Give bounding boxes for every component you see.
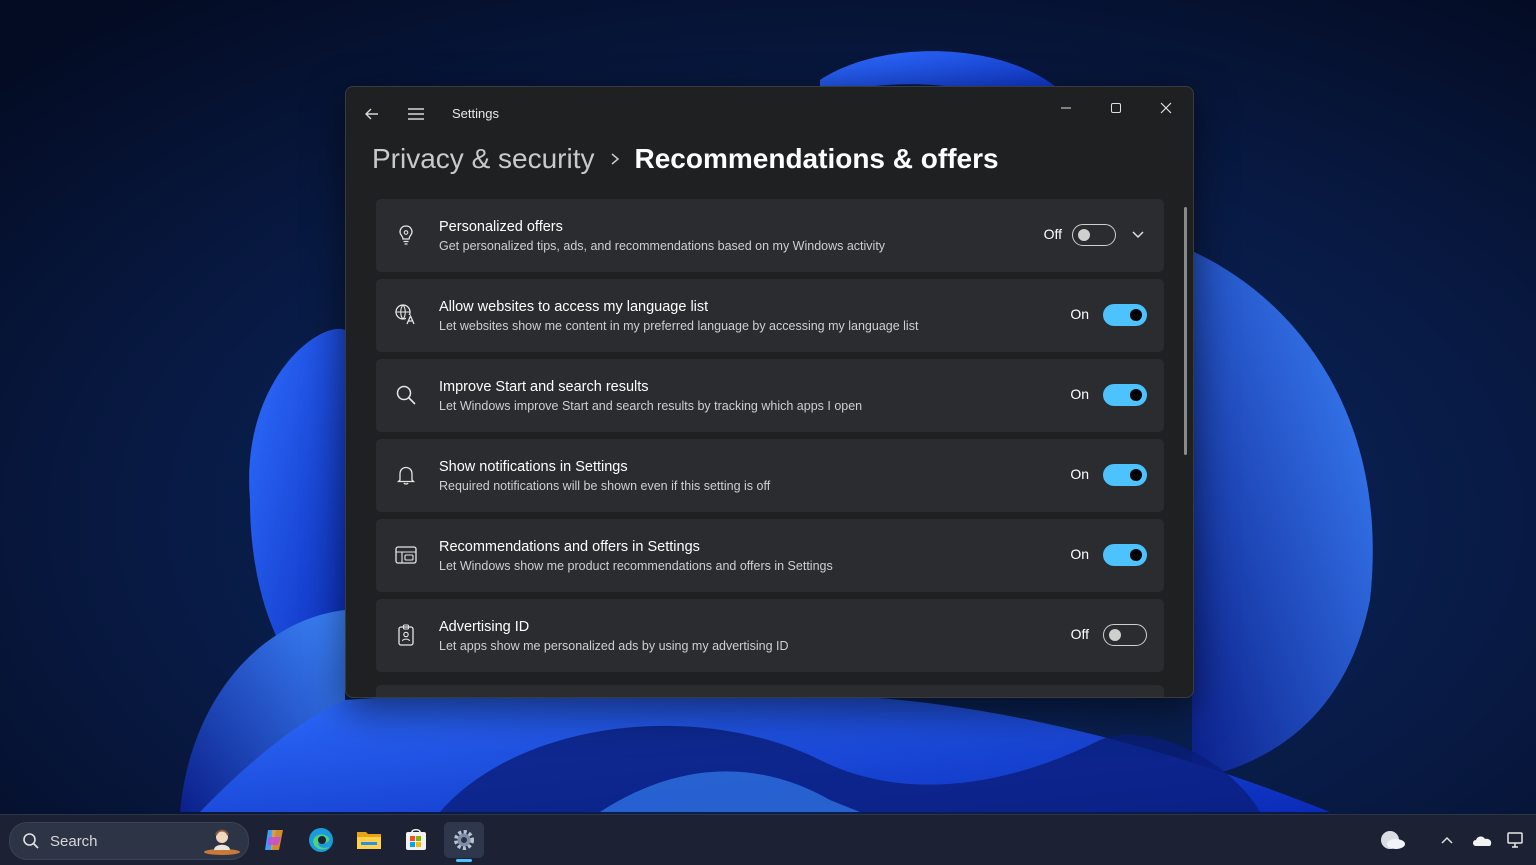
breadcrumb: Privacy & security Recommendations & off… — [372, 139, 999, 179]
onedrive-icon[interactable] — [1467, 825, 1497, 855]
menu-icon[interactable] — [405, 103, 427, 125]
language-list-toggle[interactable] — [1103, 304, 1147, 326]
edge-icon[interactable] — [301, 822, 341, 858]
search-label: Search — [50, 833, 98, 850]
chevron-right-icon — [595, 152, 635, 166]
settings-list: Personalized offers Get personalized tip… — [376, 199, 1164, 679]
setting-title: Show notifications in Settings — [439, 459, 628, 475]
network-icon[interactable] — [1502, 825, 1532, 855]
toggle-knob — [1109, 629, 1121, 641]
window-title: Settings — [452, 106, 499, 121]
setting-title: Recommendations and offers in Settings — [439, 539, 700, 555]
setting-title: Advertising ID — [439, 619, 530, 635]
language-icon — [394, 303, 418, 327]
setting-recommendations-offers[interactable]: Recommendations and offers in Settings L… — [376, 519, 1164, 592]
store-icon[interactable] — [396, 822, 436, 858]
show-hidden-icons-icon[interactable] — [1432, 825, 1462, 855]
breadcrumb-parent[interactable]: Privacy & security — [372, 143, 595, 175]
setting-description: Let websites show me content in my prefe… — [439, 319, 919, 333]
lightbulb-icon — [394, 223, 418, 247]
setting-personalized-offers[interactable]: Personalized offers Get personalized tip… — [376, 199, 1164, 272]
copilot-icon[interactable] — [254, 822, 294, 858]
toggle-state-label: On — [1070, 306, 1089, 322]
toggle-state-label: On — [1070, 546, 1089, 562]
setting-title: Improve Start and search results — [439, 379, 649, 395]
recommendations-offers-toggle[interactable] — [1103, 544, 1147, 566]
setting-description: Required notifications will be shown eve… — [439, 479, 771, 493]
offers-icon — [394, 543, 418, 567]
setting-title: Personalized offers — [439, 219, 563, 235]
page-title: Recommendations & offers — [634, 143, 999, 174]
id-badge-icon — [394, 623, 418, 647]
search-highlight-icon — [202, 826, 242, 861]
close-icon[interactable] — [1143, 93, 1189, 123]
toggle-knob — [1130, 549, 1142, 561]
show-notifications-toggle[interactable] — [1103, 464, 1147, 486]
toggle-knob — [1078, 229, 1090, 241]
setting-improve-start[interactable]: Improve Start and search results Let Win… — [376, 359, 1164, 432]
setting-show-notifications[interactable]: Show notifications in Settings Required … — [376, 439, 1164, 512]
minimize-icon[interactable] — [1043, 93, 1089, 123]
setting-description: Let Windows show me product recommendati… — [439, 559, 833, 573]
taskbar-search[interactable]: Search — [9, 822, 249, 860]
toggle-knob — [1130, 309, 1142, 321]
setting-language-list[interactable]: Allow websites to access my language lis… — [376, 279, 1164, 352]
toggle-knob — [1130, 469, 1142, 481]
toggle-state-label: On — [1070, 466, 1089, 482]
setting-title: Allow websites to access my language lis… — [439, 299, 709, 315]
active-app-indicator — [456, 859, 472, 862]
weather-icon[interactable] — [1378, 825, 1408, 855]
maximize-icon[interactable] — [1093, 93, 1139, 123]
file-explorer-icon[interactable] — [349, 822, 389, 858]
title-bar: Settings — [346, 87, 1193, 139]
toggle-state-label: Off — [1070, 626, 1089, 642]
setting-advertising-id[interactable]: Advertising ID Let apps show me personal… — [376, 599, 1164, 672]
advertising-id-toggle[interactable] — [1103, 624, 1147, 646]
improve-start-toggle[interactable] — [1103, 384, 1147, 406]
search-icon — [394, 383, 418, 407]
scrollbar[interactable] — [1184, 207, 1187, 455]
setting-description: Let apps show me personalized ads by usi… — [439, 639, 789, 653]
toggle-knob — [1130, 389, 1142, 401]
chevron-down-icon[interactable] — [1124, 225, 1152, 245]
taskbar: Search — [0, 814, 1536, 865]
setting-description: Get personalized tips, ads, and recommen… — [439, 239, 886, 253]
back-arrow-icon[interactable] — [361, 103, 383, 125]
bell-icon — [394, 463, 418, 487]
personalized-offers-toggle[interactable] — [1072, 224, 1116, 246]
search-icon — [22, 832, 40, 855]
setting-description: Let Windows improve Start and search res… — [439, 399, 863, 413]
setting-card-partial[interactable] — [376, 685, 1164, 697]
settings-icon[interactable] — [444, 822, 484, 858]
toggle-state-label: Off — [1043, 226, 1062, 242]
toggle-state-label: On — [1070, 386, 1089, 402]
settings-window: Settings Privacy & security Recommendati… — [345, 86, 1194, 698]
